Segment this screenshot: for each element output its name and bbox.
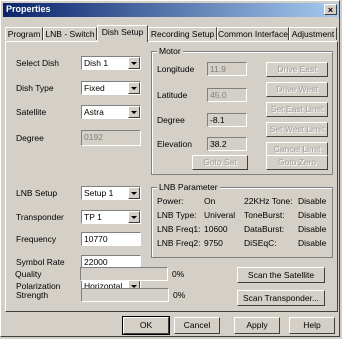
symbol-rate-label: Symbol Rate [16, 257, 65, 267]
longitude-field: 11.9 [207, 62, 247, 76]
motor-group: Motor Longitude 11.9 Latitude 45.0 Degre… [151, 46, 333, 175]
select-dish-combo[interactable]: Dish 1 [81, 56, 141, 70]
tab-lnb-switch[interactable]: LNB - Switch [43, 27, 97, 40]
quality-percent: 0% [172, 269, 185, 279]
lnb-param-key: LNB Type: [157, 210, 197, 220]
degree-field: 0192 [81, 130, 141, 146]
dish-type-label: Dish Type [16, 83, 54, 93]
latitude-label: Latitude [157, 90, 188, 100]
frequency-field[interactable]: 10770 [81, 232, 141, 246]
degree-label: Degree [16, 133, 44, 143]
satellite-combo[interactable]: Astra [81, 105, 141, 119]
tab-adjustment[interactable]: Adjustment [289, 27, 337, 40]
motor-degree-label: Degree [157, 115, 185, 125]
lnb-parameter-group: LNB Parameter Power: On 22KHz Tone: Disa… [151, 182, 333, 258]
lnb-param-key: LNB Freq2: [157, 238, 201, 248]
lnb-param-value: 10600 [204, 224, 228, 234]
chevron-down-icon[interactable] [128, 57, 140, 69]
drive-west-button[interactable]: Drive West [266, 82, 328, 97]
lnb-param-value: Disable [298, 238, 327, 248]
frequency-label: Frequency [16, 234, 57, 244]
lnb-param-key: Power: [157, 196, 184, 206]
transponder-label: Transponder [16, 212, 64, 222]
set-west-limit-button[interactable]: Set West Limit [266, 122, 328, 137]
lnb-param-value: 9750 [204, 238, 223, 248]
elevation-label: Elevation [157, 139, 192, 149]
lnb-param-key: DiSEqC: [244, 238, 277, 248]
dish-type-value: Fixed [84, 83, 105, 93]
tab-program[interactable]: Program [5, 27, 43, 40]
drive-east-button[interactable]: Drive East [266, 62, 328, 77]
tab-dish-setup[interactable]: Dish Setup [97, 25, 148, 42]
strength-bar [81, 288, 169, 302]
transponder-combo[interactable]: TP 1 [81, 210, 141, 224]
goto-sat-button[interactable]: Goto Sat [192, 155, 248, 170]
lnb-param-value: On [204, 196, 216, 206]
select-dish-label: Select Dish [16, 58, 59, 68]
lnb-param-value: Disable [298, 210, 327, 220]
title-bar: Properties × [3, 3, 339, 17]
dish-type-combo[interactable]: Fixed [81, 81, 141, 95]
lnb-parameter-title: LNB Parameter [157, 182, 220, 192]
lnb-param-value: Univeral [204, 210, 236, 220]
select-dish-value: Dish 1 [84, 58, 109, 68]
chevron-down-icon[interactable] [128, 187, 140, 199]
latitude-field: 45.0 [207, 88, 247, 102]
scan-transponder-button[interactable]: Scan Transponder... [237, 290, 325, 306]
lnb-setup-combo[interactable]: Setup 1 [81, 186, 141, 200]
longitude-label: Longitude [157, 64, 195, 74]
ok-button[interactable]: OK [122, 316, 170, 335]
properties-window: Properties × Program LNB - Switch Dish S… [0, 0, 340, 337]
strength-label: Strength [16, 290, 49, 300]
tab-recording-setup[interactable]: Recording Setup [148, 27, 217, 40]
satellite-label: Satellite [16, 107, 47, 117]
motor-degree-field: -8.1 [207, 113, 247, 127]
quality-label: Quality [15, 269, 42, 279]
tab-common-interface[interactable]: Common Interface [217, 27, 289, 40]
transponder-value: TP 1 [84, 212, 102, 222]
window-title: Properties [6, 4, 51, 14]
lnb-setup-label: LNB Setup [16, 188, 58, 198]
lnb-param-key: 22KHz Tone: [244, 196, 293, 206]
motor-group-title: Motor [157, 46, 183, 56]
goto-zero-button[interactable]: Goto Zero [266, 155, 328, 170]
chevron-down-icon[interactable] [128, 211, 140, 223]
lnb-setup-value: Setup 1 [84, 188, 114, 198]
satellite-value: Astra [84, 107, 104, 117]
scan-satellite-button[interactable]: Scan the Satellite [237, 267, 325, 283]
help-button[interactable]: Help [289, 317, 335, 334]
close-icon[interactable]: × [324, 4, 337, 15]
chevron-down-icon[interactable] [128, 106, 140, 118]
apply-button[interactable]: Apply [234, 317, 280, 334]
set-east-limit-button[interactable]: Set East Limit [266, 102, 328, 117]
elevation-field: 38.2 [207, 137, 247, 151]
lnb-param-value: Disable [298, 196, 327, 206]
lnb-param-value: Disable [298, 224, 327, 234]
chevron-down-icon[interactable] [128, 82, 140, 94]
lnb-param-key: DataBurst: [244, 224, 285, 234]
strength-percent: 0% [173, 290, 186, 300]
quality-bar [80, 267, 168, 281]
lnb-param-key: ToneBurst: [244, 210, 285, 220]
lnb-param-key: LNB Freq1: [157, 224, 201, 234]
cancel-button[interactable]: Cancel [174, 317, 220, 334]
